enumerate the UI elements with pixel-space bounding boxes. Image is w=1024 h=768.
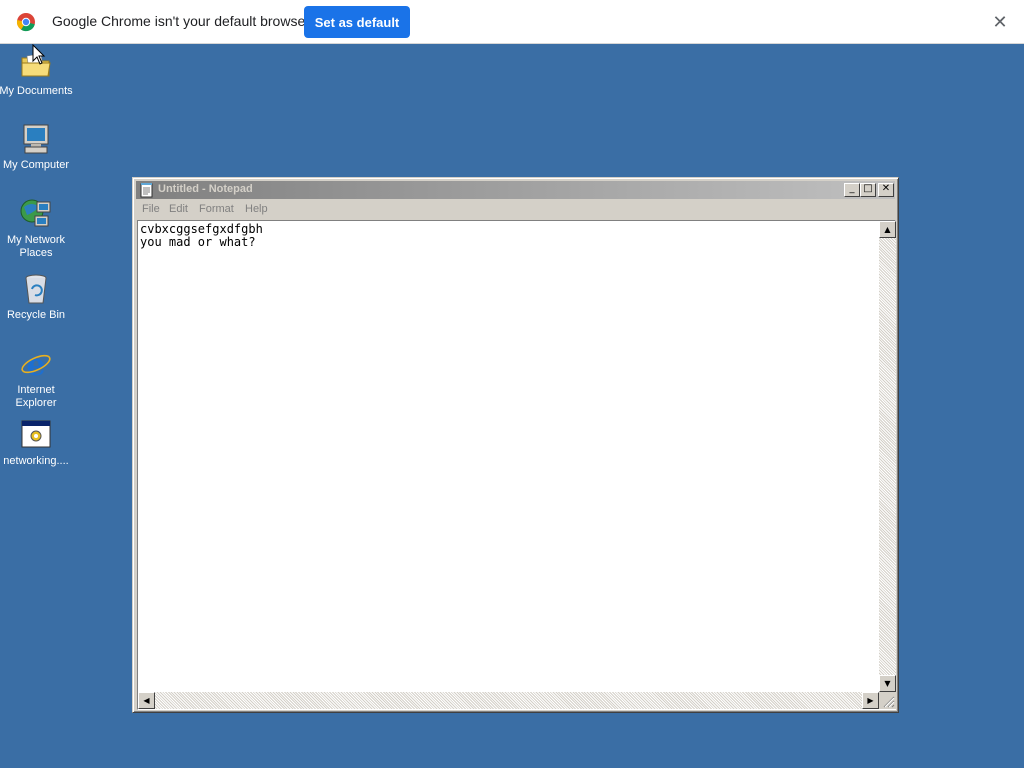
- desktop-icon-networking[interactable]: networking....: [0, 418, 73, 468]
- vertical-scrollbar[interactable]: ▲ ▼: [879, 221, 896, 692]
- chrome-logo-icon: [16, 13, 35, 32]
- menu-file[interactable]: File: [142, 203, 160, 215]
- menu-format[interactable]: Format: [199, 203, 234, 215]
- notepad-window[interactable]: Untitled - Notepad _ □ ✕ File Edit Forma…: [132, 177, 899, 713]
- close-button[interactable]: ✕: [878, 183, 894, 197]
- infobar-message: Google Chrome isn't your default browser: [52, 13, 310, 29]
- program-icon: [21, 420, 51, 448]
- set-as-default-button[interactable]: Set as default: [304, 6, 410, 38]
- chrome-default-browser-infobar: Google Chrome isn't your default browser…: [0, 0, 1024, 44]
- scroll-down-icon[interactable]: ▼: [879, 675, 896, 692]
- horizontal-scrollbar[interactable]: ◀ ▶: [138, 692, 879, 709]
- internet-explorer-icon: e: [21, 348, 51, 381]
- desktop-icon-label: Internet Explorer: [15, 384, 57, 409]
- desktop-icon-label: My Network Places: [6, 234, 66, 259]
- maximize-button[interactable]: □: [860, 183, 876, 197]
- mouse-cursor-icon: [32, 44, 46, 65]
- scroll-left-icon[interactable]: ◀: [138, 692, 155, 709]
- recycle-bin-icon: [25, 274, 47, 304]
- document-text[interactable]: cvbxcggsefgxdfgbh you mad or what?: [140, 223, 263, 249]
- desktop-icon-label: networking....: [3, 455, 69, 467]
- desktop-icon-my-network-places[interactable]: My Network Places: [0, 197, 73, 260]
- network-icon: [20, 199, 51, 227]
- svg-text:e: e: [26, 348, 45, 381]
- close-icon[interactable]: ✕: [990, 12, 1010, 32]
- computer-icon: [23, 124, 49, 154]
- desktop-icon-label: My Computer: [2, 159, 70, 171]
- text-editor[interactable]: cvbxcggsefgxdfgbh you mad or what? ▲ ▼ ◀…: [137, 220, 896, 710]
- menu-help[interactable]: Help: [245, 203, 268, 215]
- scroll-right-icon[interactable]: ▶: [862, 692, 879, 709]
- menubar: File Edit Format Help: [136, 201, 895, 219]
- desktop-icon-label: Recycle Bin: [6, 309, 66, 321]
- menu-edit[interactable]: Edit: [169, 203, 188, 215]
- desktop-icon-label: My Documents: [0, 85, 73, 97]
- desktop-icon-my-computer[interactable]: My Computer: [0, 122, 73, 172]
- notepad-icon: [140, 183, 153, 198]
- window-title: Untitled - Notepad: [158, 183, 253, 195]
- scroll-up-icon[interactable]: ▲: [879, 221, 896, 238]
- resize-grip-icon[interactable]: [879, 692, 896, 709]
- desktop-icon-internet-explorer[interactable]: e Internet Explorer: [0, 347, 73, 410]
- minimize-button[interactable]: _: [844, 183, 860, 197]
- desktop-icon-recycle-bin[interactable]: Recycle Bin: [0, 272, 73, 322]
- notepad-titlebar[interactable]: Untitled - Notepad _ □ ✕: [136, 181, 895, 199]
